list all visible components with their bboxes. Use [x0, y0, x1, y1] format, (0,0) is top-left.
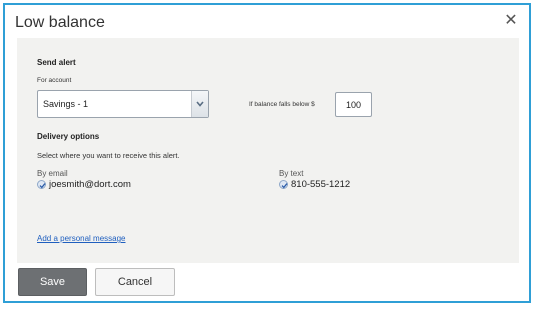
checkmark-icon[interactable]	[279, 180, 288, 189]
close-icon[interactable]: ✕	[503, 12, 519, 28]
phone-number: 810-555-1212	[291, 179, 351, 190]
email-address: joesmith@dort.com	[49, 179, 131, 190]
account-select[interactable]: Savings - 1	[37, 90, 209, 118]
dialog-title: Low balance	[15, 14, 105, 31]
add-personal-message-link[interactable]: Add a personal message	[37, 234, 126, 243]
check-glyph	[281, 183, 288, 189]
for-account-label: For account	[37, 77, 72, 84]
text-option[interactable]: 810-555-1212	[279, 179, 350, 190]
by-text-label: By text	[279, 169, 304, 178]
account-select-value: Savings - 1	[43, 99, 89, 109]
checkmark-icon[interactable]	[37, 180, 46, 189]
delivery-description: Select where you want to receive this al…	[37, 151, 180, 160]
by-email-label: By email	[37, 169, 68, 178]
email-option[interactable]: joesmith@dort.com	[37, 179, 131, 190]
delivery-options-heading: Delivery options	[37, 132, 100, 141]
chevron-down-icon	[196, 101, 204, 107]
dropdown-arrow[interactable]	[191, 91, 208, 117]
send-alert-heading: Send alert	[37, 58, 76, 67]
threshold-label: If balance falls below $	[249, 101, 315, 108]
cancel-button[interactable]: Cancel	[95, 268, 175, 296]
dialog-body: Send alert For account Savings - 1 If ba…	[17, 38, 519, 263]
save-button[interactable]: Save	[18, 268, 87, 296]
threshold-input[interactable]	[335, 92, 372, 117]
check-glyph	[39, 183, 46, 189]
